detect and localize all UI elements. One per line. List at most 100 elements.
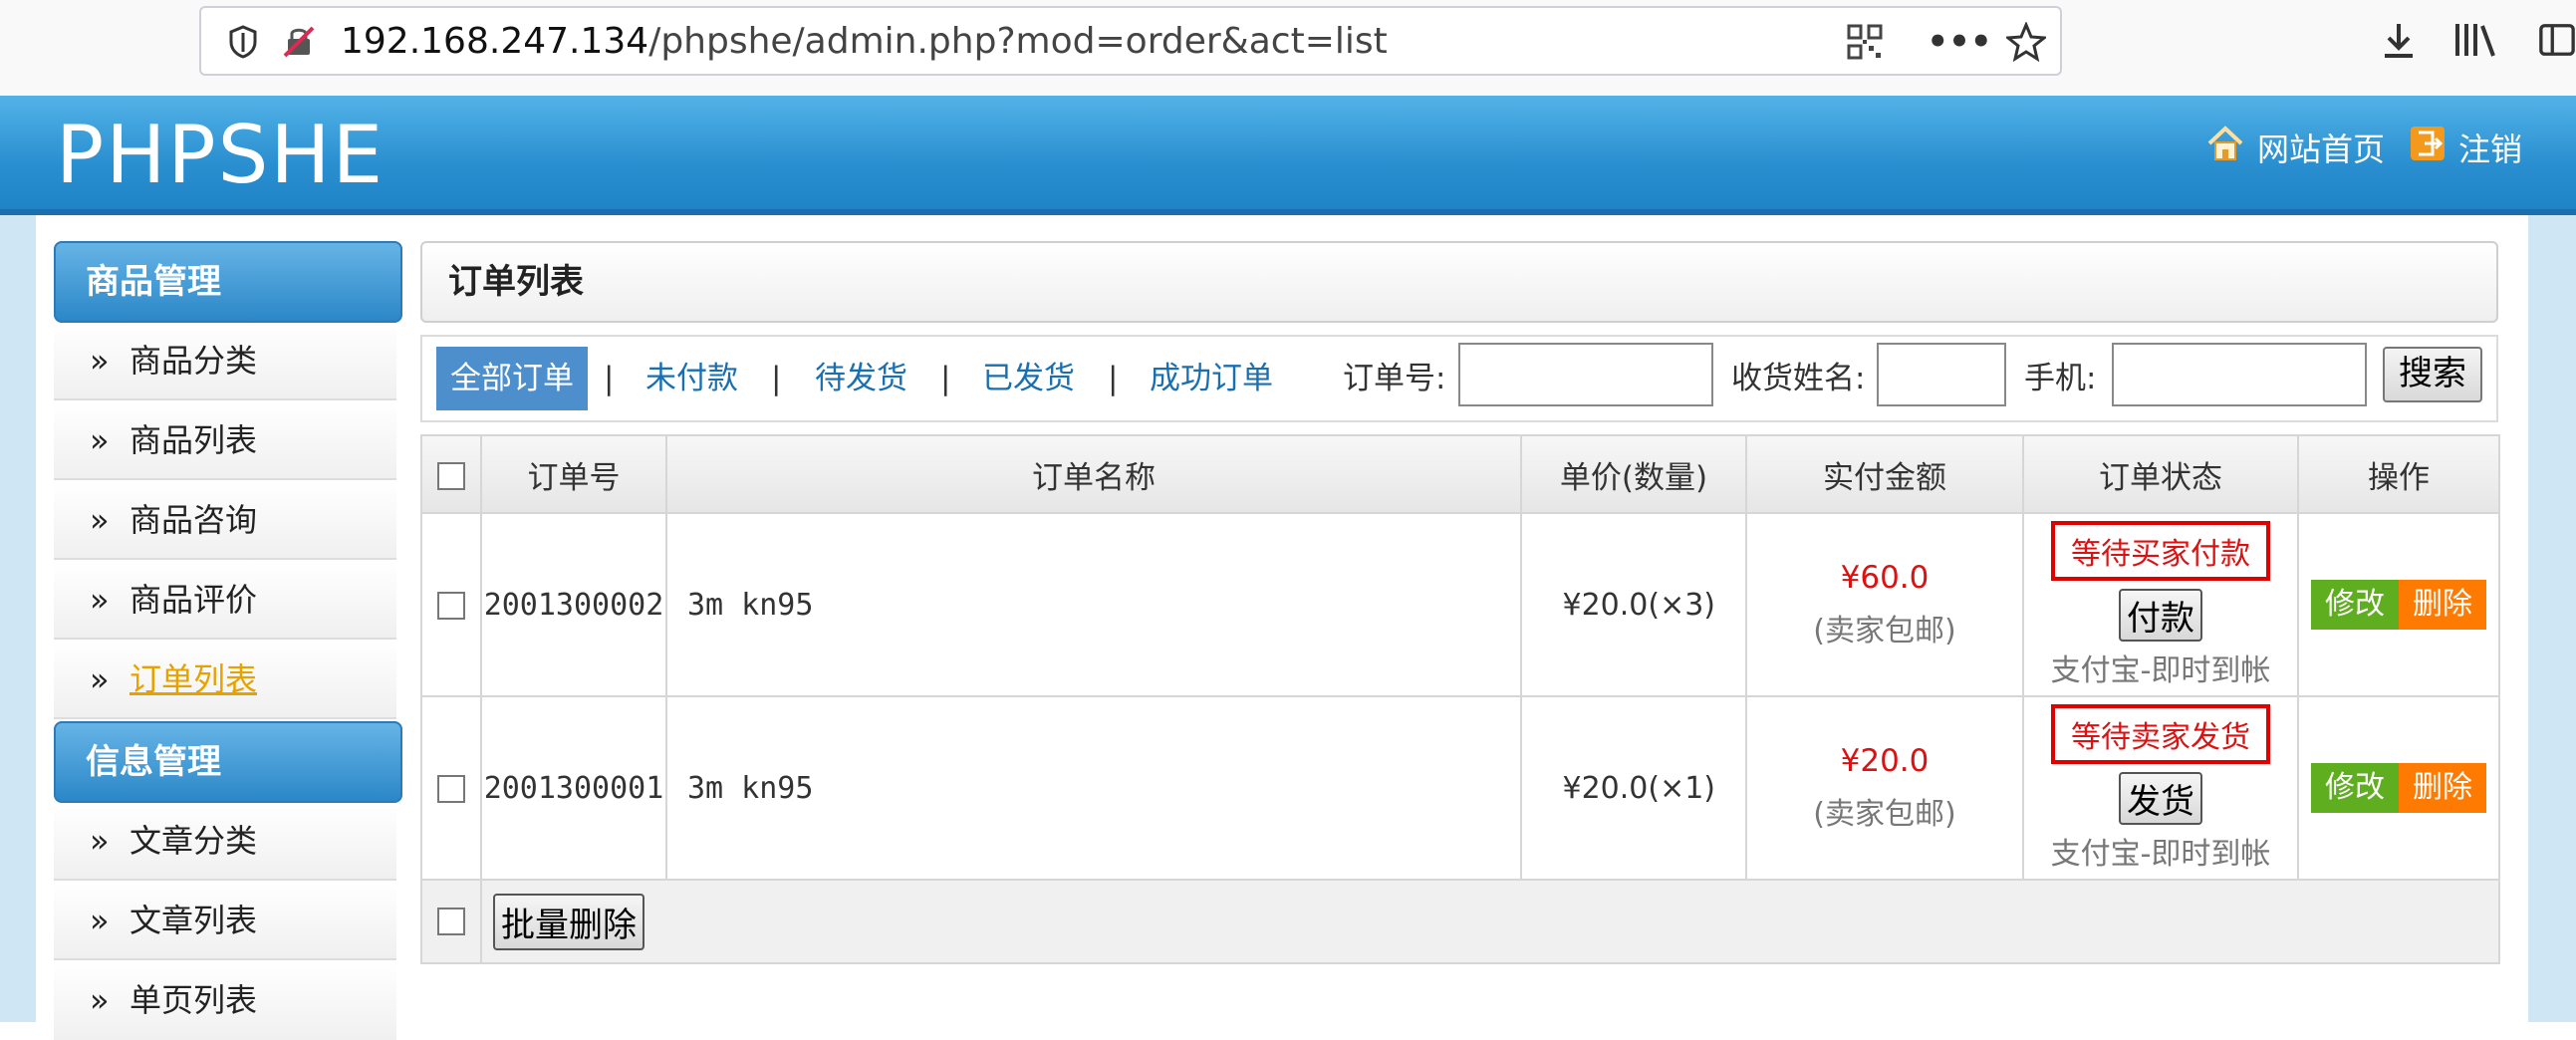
- shield-icon[interactable]: [223, 22, 263, 62]
- sidebar-toggle-icon[interactable]: [2538, 18, 2576, 62]
- pay-button[interactable]: 付款: [2119, 588, 2202, 642]
- column-header: 订单名称: [665, 434, 1522, 514]
- arrow-icon: »: [90, 902, 110, 939]
- order-table: 订单号 订单名称 单价(数量) 实付金额 订单状态 操作 2001300002 …: [420, 434, 2500, 964]
- tab-unpaid[interactable]: 未付款: [645, 347, 738, 410]
- ship-button[interactable]: 发货: [2119, 771, 2202, 825]
- url-text[interactable]: 192.168.247.134/phpshe/admin.php?mod=ord…: [341, 20, 1388, 64]
- arrow-icon: »: [90, 581, 110, 619]
- app-header: PHPSHE 网站首页 注销: [0, 96, 2576, 215]
- select-all-cell: [420, 434, 482, 514]
- browser-toolbar: 192.168.247.134/phpshe/admin.php?mod=ord…: [0, 0, 2576, 96]
- payment-method: 支付宝-即时到帐: [2050, 652, 2271, 688]
- edit-button[interactable]: 修改: [2311, 763, 2399, 813]
- arrow-icon: »: [90, 981, 110, 1019]
- phone-label: 手机:: [2024, 361, 2097, 396]
- order-status-cell: 等待卖家发货 发货 支付宝-即时到帐: [2022, 695, 2299, 881]
- arrow-icon: »: [90, 822, 110, 860]
- delete-button[interactable]: 删除: [2399, 580, 2486, 630]
- sidebar-item-label: 文章分类: [129, 822, 258, 860]
- insecure-lock-icon[interactable]: [279, 22, 319, 62]
- more-actions-icon[interactable]: •••: [1927, 22, 1991, 62]
- arrow-icon: »: [90, 342, 110, 380]
- qr-code-icon[interactable]: [1845, 22, 1885, 62]
- footer-select-all-checkbox[interactable]: [437, 908, 465, 935]
- page-title: 订单列表: [420, 241, 2498, 323]
- order-number: 2001300001: [480, 695, 667, 881]
- row-checkbox[interactable]: [437, 775, 465, 803]
- arrow-icon: »: [90, 421, 110, 459]
- shipping-note: (卖家包邮): [1813, 797, 1956, 832]
- sidebar-item-article-category[interactable]: » 文章分类: [54, 803, 396, 881]
- sidebar-item-label: 单页列表: [129, 981, 258, 1019]
- order-status-cell: 等待买家付款 付款 支付宝-即时到帐: [2022, 512, 2299, 697]
- table-footer-row: 批量删除: [420, 879, 2500, 964]
- edit-button[interactable]: 修改: [2311, 580, 2399, 630]
- order-number: 2001300002: [480, 512, 667, 697]
- row-select-cell: [420, 695, 482, 881]
- arrow-icon: »: [90, 501, 110, 539]
- sidebar-group-title: 商品管理: [86, 262, 221, 302]
- footer-actions-cell: 批量删除: [480, 879, 2500, 964]
- column-header: 操作: [2297, 434, 2500, 514]
- sidebar-item-order-list[interactable]: » 订单列表: [54, 642, 396, 719]
- tab-shipped[interactable]: 已发货: [982, 347, 1075, 410]
- select-all-checkbox[interactable]: [437, 461, 465, 490]
- column-header: 订单号: [480, 434, 667, 514]
- name-label: 收货姓名:: [1731, 361, 1866, 396]
- sidebar-group-goods[interactable]: 商品管理: [54, 241, 402, 323]
- logout-link-label: 注销: [2458, 130, 2523, 168]
- row-checkbox[interactable]: [437, 592, 465, 620]
- order-name: 3m kn95: [665, 512, 1522, 697]
- bookmark-star-icon[interactable]: [2004, 20, 2048, 64]
- payment-method: 支付宝-即时到帐: [2050, 836, 2271, 872]
- table-row: 2001300002 3m kn95 ¥20.0(×3) ¥60.0 (卖家包邮…: [420, 512, 2500, 697]
- tab-all-orders[interactable]: 全部订单: [436, 347, 588, 410]
- paid-amount: ¥60.0: [1840, 560, 1930, 596]
- actions-cell: 修改 删除: [2297, 695, 2500, 881]
- logout-icon: [2409, 125, 2447, 170]
- sidebar-group-info[interactable]: 信息管理: [54, 721, 402, 803]
- order-no-label: 订单号:: [1343, 361, 1446, 396]
- sidebar-item-label: 商品分类: [129, 342, 258, 380]
- sidebar-item-goods-category[interactable]: » 商品分类: [54, 323, 396, 400]
- home-link[interactable]: 网站首页: [2205, 126, 2385, 169]
- column-header: 订单状态: [2022, 434, 2299, 514]
- library-icon[interactable]: [2450, 18, 2500, 62]
- sidebar-item-goods-review[interactable]: » 商品评价: [54, 562, 396, 640]
- status-badge: 等待买家付款: [2051, 520, 2270, 581]
- arrow-icon: »: [90, 660, 110, 698]
- tab-to-ship[interactable]: 待发货: [815, 347, 907, 410]
- receiver-name-input[interactable]: [1877, 343, 2006, 406]
- app-logo: PHPSHE: [56, 109, 386, 201]
- unit-price: ¥20.0(×3): [1520, 512, 1747, 697]
- download-icon[interactable]: [2377, 18, 2421, 62]
- url-host: 192.168.247.134: [341, 21, 649, 62]
- sidebar-item-label: 商品咨询: [129, 501, 258, 539]
- tab-completed[interactable]: 成功订单: [1150, 347, 1273, 410]
- delete-button[interactable]: 删除: [2399, 763, 2486, 813]
- order-no-input[interactable]: [1458, 343, 1713, 406]
- home-link-label: 网站首页: [2257, 130, 2386, 168]
- sidebar-item-goods-inquiry[interactable]: » 商品咨询: [54, 482, 396, 560]
- sidebar-item-article-list[interactable]: » 文章列表: [54, 883, 396, 960]
- table-row: 2001300001 3m kn95 ¥20.0(×1) ¥20.0 (卖家包邮…: [420, 695, 2500, 881]
- unit-price: ¥20.0(×1): [1520, 695, 1747, 881]
- sidebar-item-label: 订单列表: [129, 660, 258, 698]
- logout-link[interactable]: 注销: [2409, 126, 2522, 169]
- search-button[interactable]: 搜索: [2383, 347, 2482, 402]
- filter-bar: 全部订单 | 未付款 | 待发货 | 已发货 | 成功订单 订单号: 收货姓名:…: [420, 335, 2498, 422]
- actions-cell: 修改 删除: [2297, 512, 2500, 697]
- phone-input[interactable]: [2112, 343, 2367, 406]
- paid-amount: ¥20.0: [1840, 743, 1930, 779]
- sidebar-item-label: 商品列表: [129, 421, 258, 459]
- order-name: 3m kn95: [665, 695, 1522, 881]
- tab-separator: |: [771, 361, 782, 396]
- home-icon: [2205, 124, 2245, 171]
- tab-separator: |: [604, 361, 615, 396]
- sidebar-item-page-list[interactable]: » 单页列表: [54, 962, 396, 1040]
- sidebar-item-goods-list[interactable]: » 商品列表: [54, 402, 396, 480]
- address-bar[interactable]: 192.168.247.134/phpshe/admin.php?mod=ord…: [199, 6, 2062, 76]
- bulk-delete-button[interactable]: 批量删除: [493, 893, 644, 950]
- footer-select-cell: [420, 879, 482, 964]
